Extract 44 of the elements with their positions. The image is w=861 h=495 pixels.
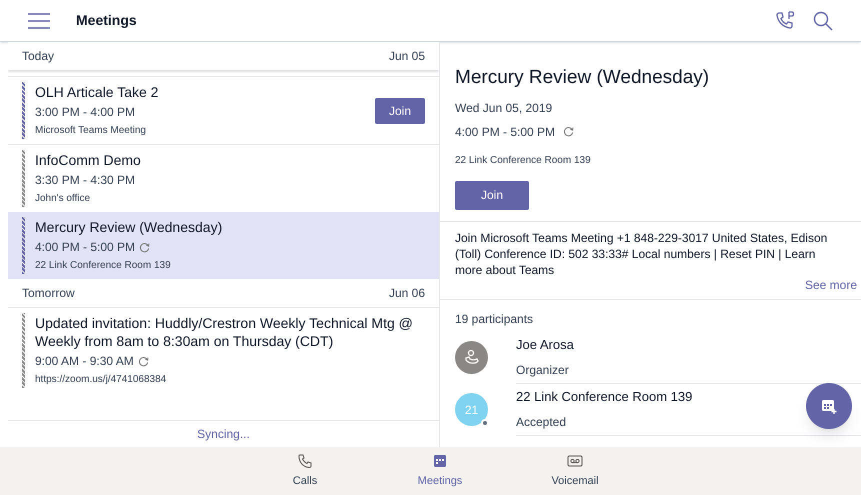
meeting-time: 4:00 PM - 5:00 PM xyxy=(35,239,136,256)
menu-icon[interactable] xyxy=(28,12,50,28)
join-button[interactable]: Join xyxy=(455,180,529,210)
calendar-icon xyxy=(432,452,448,469)
meeting-title: Updated invitation: Huddly/Crestron Weekly Technical Mtg @ Weekly from 8am to 8:30am on Thursday (CDT) xyxy=(35,314,414,350)
meeting-location: Microsoft Teams Meeting xyxy=(35,124,147,138)
avatar xyxy=(455,341,488,374)
phone-park-icon[interactable] xyxy=(775,10,797,32)
meeting-date: Wed Jun 05, 2019 xyxy=(455,100,552,116)
nav-tab[interactable]: Voicemail xyxy=(515,447,635,495)
calendar-add-icon xyxy=(821,398,837,414)
meeting-location: https://zoom.us/j/4741068384 xyxy=(35,373,168,387)
participant-role: Organizer xyxy=(516,362,569,379)
see-more-link[interactable]: See more xyxy=(804,278,857,292)
meeting-time: 9:00 AM - 9:30 AM xyxy=(35,353,134,370)
meeting-title: OLH Articale Take 2 xyxy=(35,83,160,101)
participant-role: Accepted xyxy=(516,414,566,431)
participant-name: 22 Link Conference Room 139 xyxy=(516,388,692,406)
participant-name: Joe Arosa xyxy=(516,336,574,354)
meeting-location: John's office xyxy=(35,192,92,206)
meeting-item[interactable]: Mercury Review (Wednesday) 4:00 PM - 5:00 PM 22 Link Conference Room 139 xyxy=(8,212,439,279)
participant-count: 19 participants xyxy=(454,310,534,328)
voicemail-icon xyxy=(567,452,583,469)
nav-tab[interactable]: Meetings xyxy=(380,447,500,495)
section-date: Jun 05 xyxy=(388,48,425,65)
join-button[interactable]: Join xyxy=(375,98,425,124)
meeting-time: 4:00 PM - 5:00 PM xyxy=(455,124,556,140)
meeting-location: 22 Link Conference Room 139 xyxy=(455,154,591,168)
meeting-location: 22 Link Conference Room 139 xyxy=(35,259,172,273)
meeting-description: Join Microsoft Teams Meeting +1 848-229-3017 United States, Edison (Toll) Conference ID: 502 33:33# Local numbers | Reset PIN | Learn more about Teams xyxy=(455,230,828,278)
avatar: 21 xyxy=(455,393,488,426)
section-date: Jun 06 xyxy=(388,285,425,302)
phone-icon xyxy=(297,452,313,469)
meeting-title: InfoComm Demo xyxy=(35,151,142,169)
new-meeting-button[interactable] xyxy=(806,383,852,429)
meeting-time: 3:30 PM - 4:30 PM xyxy=(35,172,136,189)
meeting-title: Mercury Review (Wednesday) xyxy=(455,66,710,90)
section-label: Today xyxy=(22,48,54,65)
meeting-time: 3:00 PM - 4:00 PM xyxy=(35,104,136,121)
page-title: Meetings xyxy=(76,11,137,30)
meeting-title: Mercury Review (Wednesday) xyxy=(35,218,224,236)
nav-tab[interactable]: Calls xyxy=(245,447,365,495)
search-icon[interactable] xyxy=(813,10,833,30)
section-label: Tomorrow xyxy=(22,285,75,302)
